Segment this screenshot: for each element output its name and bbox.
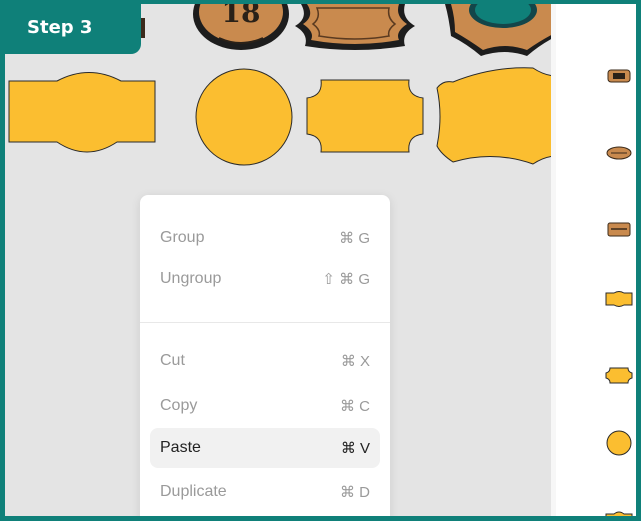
menu-item-shortcut: ⌘ V [340,440,370,457]
layer-thumb-wood-sign-3[interactable] [607,222,631,237]
ornate-frame-shape[interactable] [436,67,551,165]
menu-item-paste[interactable]: Paste ⌘ V [150,428,380,468]
menu-item-label: Cut [160,352,185,369]
layer-thumb-circle[interactable] [606,430,632,456]
menu-item-shortcut: ⌘ G [339,230,370,247]
rounded-plaque-shape[interactable] [306,79,424,153]
menu-item-shortcut: ⌘ C [340,398,370,415]
context-menu: Group ⌘ G Ungroup ⇧ ⌘ G Cut ⌘ X Copy ⌘ C… [140,195,390,516]
layers-panel-thumbnails [605,69,633,521]
layer-thumb-rounded-plaque[interactable] [605,367,633,384]
top-row-designs: 18 [125,4,551,56]
menu-item-copy[interactable]: Copy ⌘ C [150,386,380,426]
menu-item-label: Paste [160,439,201,456]
menu-item-label: Copy [160,397,198,414]
menu-item-group[interactable]: Group ⌘ G [150,218,380,258]
yellow-shapes-row [8,67,551,166]
step-label: Step 3 [5,4,141,54]
layer-thumb-badge-shape[interactable] [605,291,633,307]
menu-item-label: Ungroup [160,270,222,287]
menu-item-ungroup[interactable]: Ungroup ⇧ ⌘ G [150,259,380,299]
menu-item-label: Group [160,229,205,246]
menu-item-cut[interactable]: Cut ⌘ X [150,341,380,381]
layer-thumb-wood-sign-1[interactable] [607,69,631,83]
layer-thumb-badge-partial[interactable] [605,511,633,521]
menu-item-label: Duplicate [160,483,227,500]
top-badge-shape[interactable] [8,72,156,153]
menu-item-shortcut: ⌘ X [340,353,370,370]
menu-item-shortcut: ⌘ D [340,484,370,501]
tutorial-frame: 18 Step 3 Group ⌘ G Ungroup ⇧ ⌘ G Cut ⌘ … [0,0,641,521]
wood-round-sign[interactable]: 18 [193,4,289,50]
layer-thumb-wood-sign-2[interactable] [606,146,632,160]
svg-text:18: 18 [222,4,261,29]
wood-badge-sign[interactable] [295,4,415,50]
circle-shape[interactable] [195,68,293,166]
wood-ornate-sign[interactable] [445,4,551,56]
menu-separator [140,322,390,323]
layers-panel [556,4,636,521]
menu-item-duplicate[interactable]: Duplicate ⌘ D [150,472,380,512]
menu-item-shortcut: ⇧ ⌘ G [322,271,370,288]
